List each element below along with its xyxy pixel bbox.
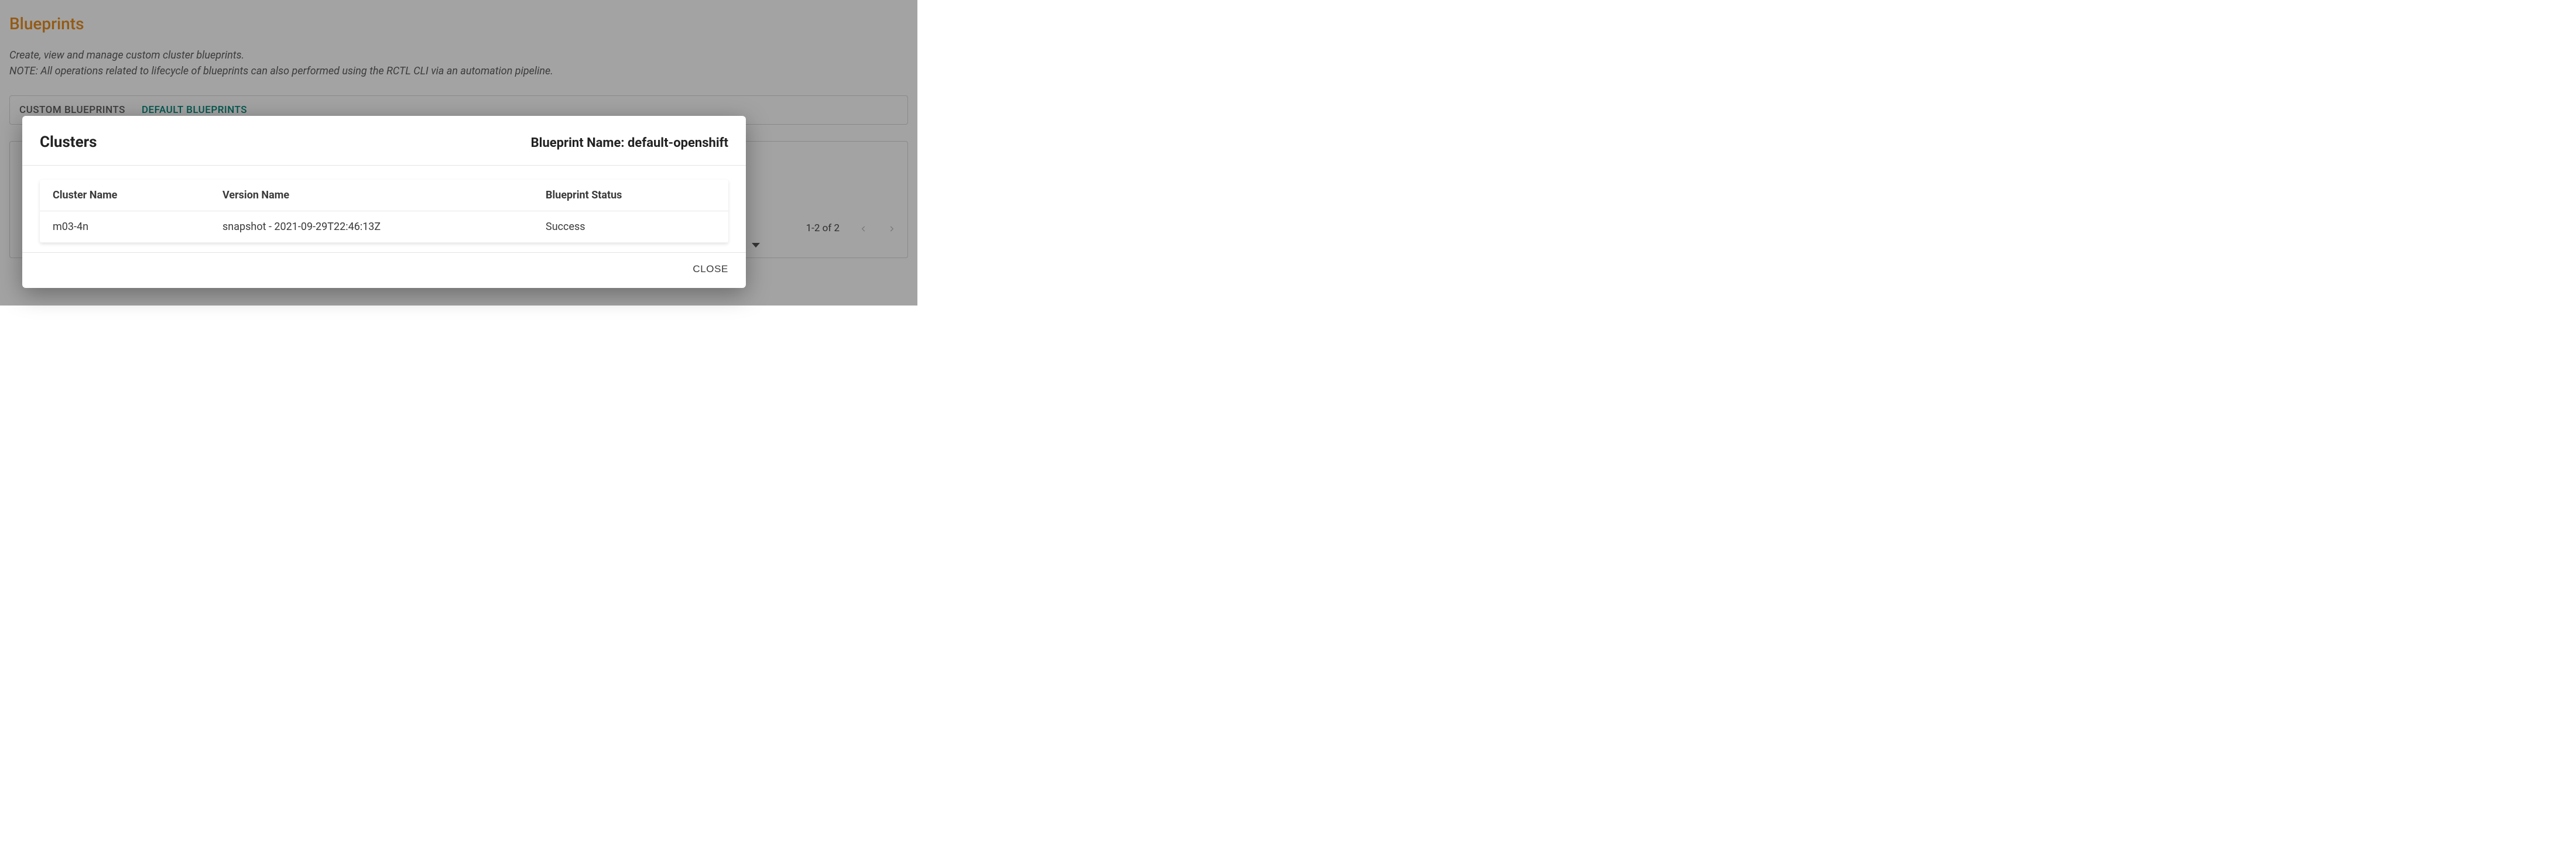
- table-row: m03-4n snapshot - 2021-09-29T22:46:13Z S…: [40, 211, 728, 243]
- cell-version-name: snapshot - 2021-09-29T22:46:13Z: [222, 221, 546, 233]
- dialog-footer: CLOSE: [22, 252, 746, 288]
- table-header: Cluster Name Version Name Blueprint Stat…: [40, 180, 728, 211]
- col-header-cluster-name: Cluster Name: [53, 189, 222, 201]
- blueprint-name-value: default-openshift: [628, 136, 728, 150]
- blueprint-name: Blueprint Name: default-openshift: [531, 136, 728, 150]
- close-button[interactable]: CLOSE: [693, 263, 728, 275]
- col-header-blueprint-status: Blueprint Status: [546, 189, 715, 201]
- blueprint-name-label: Blueprint Name:: [531, 136, 628, 150]
- clusters-table: Cluster Name Version Name Blueprint Stat…: [40, 180, 728, 243]
- clusters-dialog: Clusters Blueprint Name: default-openshi…: [22, 116, 746, 288]
- dialog-body: Cluster Name Version Name Blueprint Stat…: [22, 166, 746, 252]
- cell-blueprint-status: Success: [546, 221, 715, 233]
- dialog-header: Clusters Blueprint Name: default-openshi…: [22, 133, 746, 166]
- col-header-version-name: Version Name: [222, 189, 546, 201]
- cell-cluster-name: m03-4n: [53, 221, 222, 233]
- dialog-title: Clusters: [40, 133, 97, 151]
